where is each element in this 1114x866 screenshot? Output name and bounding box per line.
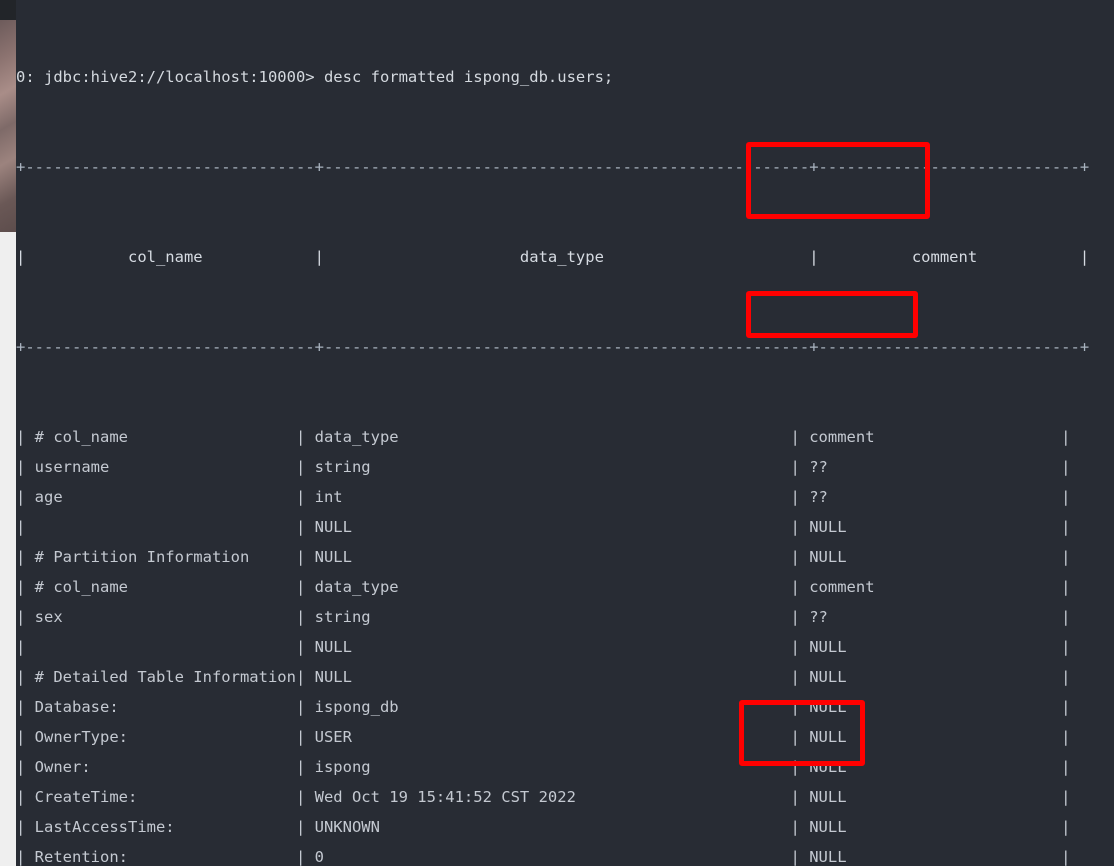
table-rule-middle: +-------------------------------+-------… — [16, 338, 1090, 356]
table-row: | # Detailed Table Information| NULL | N… — [16, 668, 1071, 686]
table-row: | Owner: | ispong | NULL | — [16, 758, 1071, 776]
table-row: | | NULL | NULL | — [16, 638, 1071, 656]
table-row: | | NULL | NULL | — [16, 518, 1071, 536]
table-row: | sex | string | ?? | — [16, 608, 1071, 626]
desktop-edge-wallpaper — [0, 20, 16, 232]
table-rule-top: +-------------------------------+-------… — [16, 158, 1090, 176]
desktop-edge-dark — [0, 0, 16, 20]
table-row: | OwnerType: | USER | NULL | — [16, 728, 1071, 746]
table-header-row: | col_name | data_type | comment | — [16, 248, 1090, 266]
table-row: | # col_name | data_type | comment | — [16, 428, 1071, 446]
terminal-output-pane[interactable]: 0: jdbc:hive2://localhost:10000> desc fo… — [16, 0, 1114, 866]
desktop-edge-light — [0, 232, 16, 866]
table-row: | Retention: | 0 | NULL | — [16, 848, 1071, 866]
table-row: | Database: | ispong_db | NULL | — [16, 698, 1071, 716]
table-row: | # Partition Information | NULL | NULL … — [16, 548, 1071, 566]
screenshot-root: 0: jdbc:hive2://localhost:10000> desc fo… — [0, 0, 1114, 866]
prompt-command-line: 0: jdbc:hive2://localhost:10000> desc fo… — [16, 68, 614, 86]
table-row: | # col_name | data_type | comment | — [16, 578, 1071, 596]
table-row: | age | int | ?? | — [16, 488, 1071, 506]
table-row: | CreateTime: | Wed Oct 19 15:41:52 CST … — [16, 788, 1071, 806]
table-rows: | # col_name | data_type | comment | | us… — [16, 422, 1114, 866]
table-row: | username | string | ?? | — [16, 458, 1071, 476]
table-row: | LastAccessTime: | UNKNOWN | NULL | — [16, 818, 1071, 836]
